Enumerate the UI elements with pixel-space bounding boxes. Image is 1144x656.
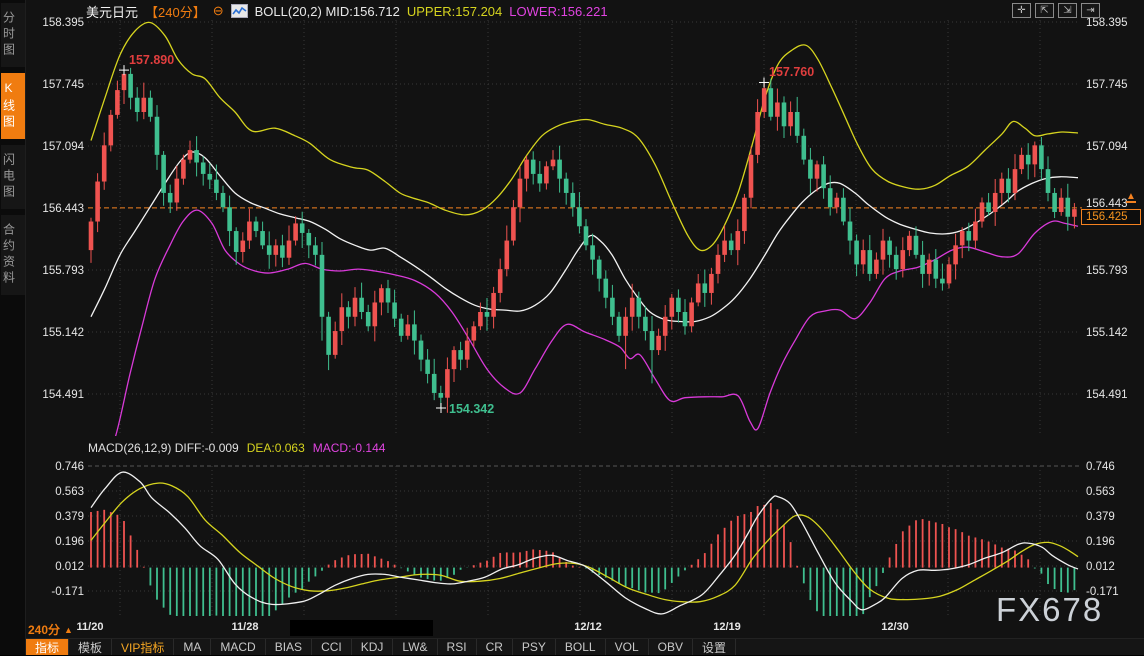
svg-text:156.443: 156.443 [42,203,84,215]
svg-text:154.491: 154.491 [1086,389,1128,401]
toolbar-button-LW&[interactable]: LW& [393,639,437,655]
svg-text:155.142: 155.142 [1086,327,1128,339]
svg-text:157.745: 157.745 [42,79,84,91]
svg-text:0.563: 0.563 [55,486,84,498]
chart-canvas[interactable]: 158.395 158.395 157.745 157.745 157.094 157.0… [0,0,1144,655]
svg-text:0.563: 0.563 [1086,486,1115,498]
price-annotations: 157.890 157.760 154.342 [119,53,814,416]
boll-mid-value: BOLL(20,2) MID:156.712 [255,4,400,19]
blank-patch [290,620,433,636]
macd-histogram [91,503,1074,629]
macd-header: MACD(26,12,9) DIFF:-0.009 DEA:0.063 MACD… [88,441,385,455]
bollinger-bands [91,22,1078,469]
boll-upper-line [91,22,1078,250]
date-tick-12/19: 12/19 [705,621,749,633]
svg-text:155.793: 155.793 [1086,265,1128,277]
grid-lines [88,20,1080,616]
date-tick-12/30: 12/30 [873,621,917,633]
pan-right-icon[interactable]: ⇥ [1081,3,1100,18]
toolbar-button-CR[interactable]: CR [477,639,513,655]
toolbar-button-设置[interactable]: 设置 [693,639,736,655]
svg-text:0.196: 0.196 [55,536,84,548]
indicator-toolbar: 指标模板VIP指标MAMACDBIASCCIKDJLW&RSICRPSYBOLL… [26,638,1144,655]
axis-labels: 158.395 158.395 157.745 157.745 157.094 157.0… [42,17,1128,598]
macd-hist-value: MACD:-0.144 [313,441,386,455]
macd-diff-value: MACD(26,12,9) DIFF:-0.009 [88,441,239,455]
svg-text:0.012: 0.012 [55,561,84,573]
toolbar-button-OBV[interactable]: OBV [649,639,693,655]
watermark: FX678 [996,591,1103,629]
svg-text:157.094: 157.094 [42,141,84,153]
svg-text:158.395: 158.395 [42,17,84,29]
toolbar-button-MA[interactable]: MA [174,639,211,655]
svg-text:155.793: 155.793 [42,265,84,277]
svg-text:158.395: 158.395 [1086,17,1128,29]
toolbar-button-BIAS[interactable]: BIAS [266,639,312,655]
svg-text:155.142: 155.142 [42,327,84,339]
zoom-out-chart-icon[interactable]: ⇲ [1058,3,1077,18]
svg-text:157.745: 157.745 [1086,79,1128,91]
symbol-name: 美元日元 [86,2,138,21]
svg-text:-0.171: -0.171 [51,586,84,598]
toolbar-button-PSY[interactable]: PSY [513,639,556,655]
current-price-badge: 156.425 [1081,209,1141,225]
date-tick-12/12: 12/12 [566,621,610,633]
chart-header: 美元日元 【240分】 ⊖ BOLL(20,2) MID:156.712 UPP… [86,3,608,19]
svg-text:157.094: 157.094 [1086,141,1128,153]
toolbar-button-模板[interactable]: 模板 [69,639,112,655]
svg-text:0.196: 0.196 [1086,536,1115,548]
svg-text:0.746: 0.746 [1086,461,1115,473]
date-axis-row: 240分 ▲ 11/20 11/28 12/12 12/19 12/30 [0,619,1144,637]
indicator-chart-icon[interactable] [231,4,248,18]
svg-text:157.760: 157.760 [769,65,814,79]
macd-dea-value: DEA:0.063 [247,441,305,455]
toolbar-button-VOL[interactable]: VOL [606,639,649,655]
svg-text:0.379: 0.379 [1086,511,1115,523]
svg-text:0.379: 0.379 [55,511,84,523]
svg-text:0.746: 0.746 [55,461,84,473]
toolbar-button-VIP指标[interactable]: VIP指标 [112,639,174,655]
toolbar-button-RSI[interactable]: RSI [438,639,477,655]
date-tick-11/28: 11/28 [223,621,267,633]
date-tick-11/20: 11/20 [68,621,112,633]
svg-text:154.342: 154.342 [449,402,494,416]
chart-tool-icons: ✛ ⇱ ⇲ ⇥ [1012,3,1100,18]
trading-app-window: 分时图K线图闪电图合约资料 158.395158.395157.745157.7… [0,0,1144,655]
svg-text:157.890: 157.890 [129,53,174,67]
svg-text:0.012: 0.012 [1086,561,1115,573]
scroll-to-latest-button[interactable]: ▲ [1124,194,1138,207]
toolbar-button-KDJ[interactable]: KDJ [352,639,394,655]
svg-text:154.491: 154.491 [42,389,84,401]
toolbar-button-MACD[interactable]: MACD [211,639,265,655]
timeframe-label[interactable]: 【240分】 [145,2,206,21]
toolbar-button-指标[interactable]: 指标 [26,639,69,655]
collapse-circle-icon[interactable]: ⊖ [213,5,224,17]
boll-lower-value: LOWER:156.221 [509,4,607,19]
crosshair-move-icon[interactable]: ✛ [1012,3,1031,18]
zoom-in-chart-icon[interactable]: ⇱ [1035,3,1054,18]
boll-upper-value: UPPER:157.204 [407,4,502,19]
toolbar-button-CCI[interactable]: CCI [312,639,352,655]
period-label: 240分 [28,621,60,638]
period-selector[interactable]: 240分 ▲ [28,621,73,638]
toolbar-button-BOLL[interactable]: BOLL [556,639,606,655]
